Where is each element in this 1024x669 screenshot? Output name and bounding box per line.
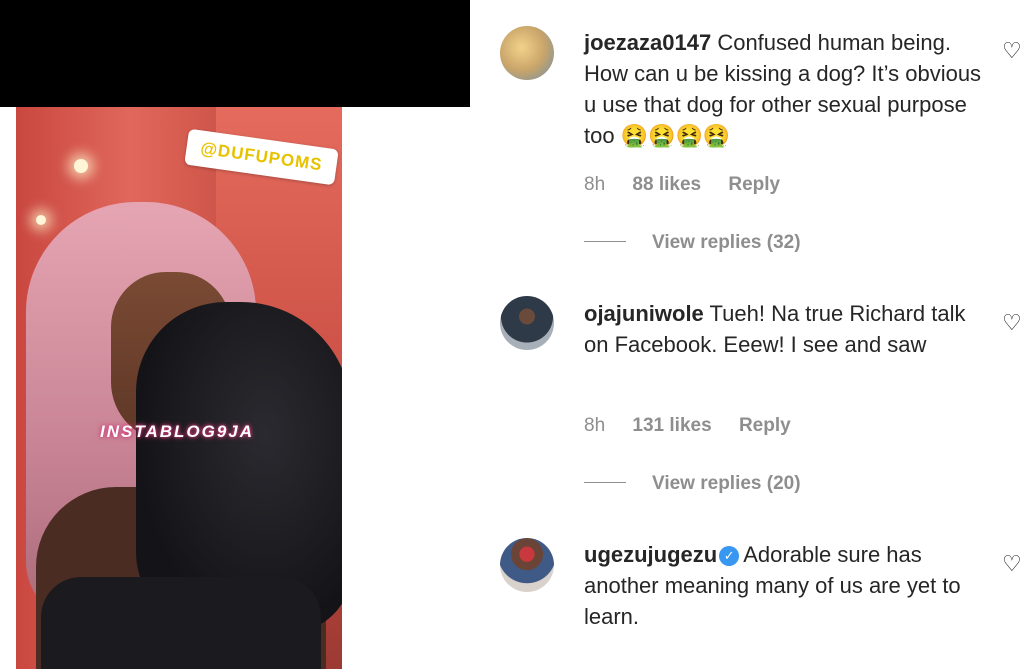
view-replies-button[interactable]: View replies (32) bbox=[584, 232, 801, 254]
post-photo[interactable]: @DUFUPOMS INSTABLOG9JA bbox=[16, 107, 342, 669]
avatar[interactable] bbox=[500, 26, 554, 80]
comment-meta: 8h 88 likes Reply bbox=[584, 174, 802, 196]
view-replies-label: View replies (20) bbox=[652, 473, 801, 494]
replies-divider bbox=[584, 482, 626, 483]
comment-username[interactable]: ojajuniwole bbox=[584, 301, 704, 326]
comment-body: ojajuniwole Tueh! Na true Richard talk o… bbox=[584, 298, 984, 360]
comment-username[interactable]: joezaza0147 bbox=[584, 30, 711, 55]
avatar-image bbox=[500, 538, 554, 592]
comments-panel: joezaza0147 Confused human being. How ca… bbox=[470, 0, 1024, 669]
comment-body: ugezujugezu ✓ Adorable sure has another me… bbox=[584, 539, 984, 632]
view-replies-label: View replies (32) bbox=[652, 232, 801, 253]
comment-likes[interactable]: 88 likes bbox=[632, 174, 701, 195]
comment-meta: 8h 131 likes Reply bbox=[584, 415, 813, 437]
post-media-panel: @DUFUPOMS INSTABLOG9JA bbox=[0, 0, 470, 669]
heart-icon[interactable]: ♡ bbox=[1002, 551, 1022, 577]
replies-divider bbox=[584, 241, 626, 242]
comment-username[interactable]: ugezujugezu bbox=[584, 542, 717, 567]
verified-badge-icon: ✓ bbox=[719, 546, 740, 566]
comment-likes[interactable]: 131 likes bbox=[632, 415, 711, 436]
watermark-text: INSTABLOG9JA bbox=[100, 422, 255, 441]
photo-person-dress bbox=[41, 577, 321, 669]
view-replies-button[interactable]: View replies (20) bbox=[584, 473, 801, 495]
heart-icon[interactable]: ♡ bbox=[1002, 310, 1022, 336]
comment-body: joezaza0147 Confused human being. How ca… bbox=[584, 27, 984, 151]
reply-button[interactable]: Reply bbox=[739, 415, 791, 436]
photo-light bbox=[74, 159, 88, 173]
comment-time[interactable]: 8h bbox=[584, 174, 605, 195]
avatar-image bbox=[500, 296, 554, 350]
photo-light bbox=[36, 215, 46, 225]
black-header-bar bbox=[0, 0, 470, 107]
heart-icon[interactable]: ♡ bbox=[1002, 38, 1022, 64]
avatar[interactable] bbox=[500, 296, 554, 350]
comment-time[interactable]: 8h bbox=[584, 415, 605, 436]
avatar[interactable] bbox=[500, 538, 554, 592]
reply-button[interactable]: Reply bbox=[728, 174, 780, 195]
avatar-image bbox=[500, 26, 554, 80]
